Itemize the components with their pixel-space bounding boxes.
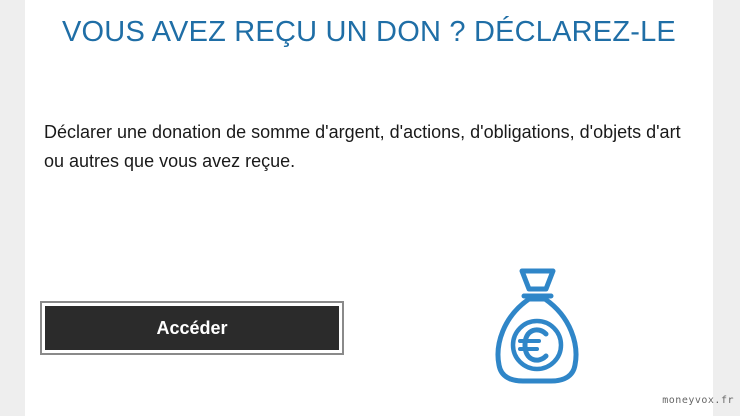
card-description: Déclarer une donation de somme d'argent,… — [44, 122, 681, 171]
card-title: VOUS AVEZ REÇU UN DON ? DÉCLAREZ-LE — [62, 16, 676, 48]
acceder-button[interactable]: Accéder — [40, 301, 344, 355]
watermark: moneyvox.fr — [662, 395, 734, 406]
money-bag-euro-icon — [491, 267, 583, 385]
declaration-card: VOUS AVEZ REÇU UN DON ? DÉCLAREZ-LE Décl… — [25, 0, 713, 416]
